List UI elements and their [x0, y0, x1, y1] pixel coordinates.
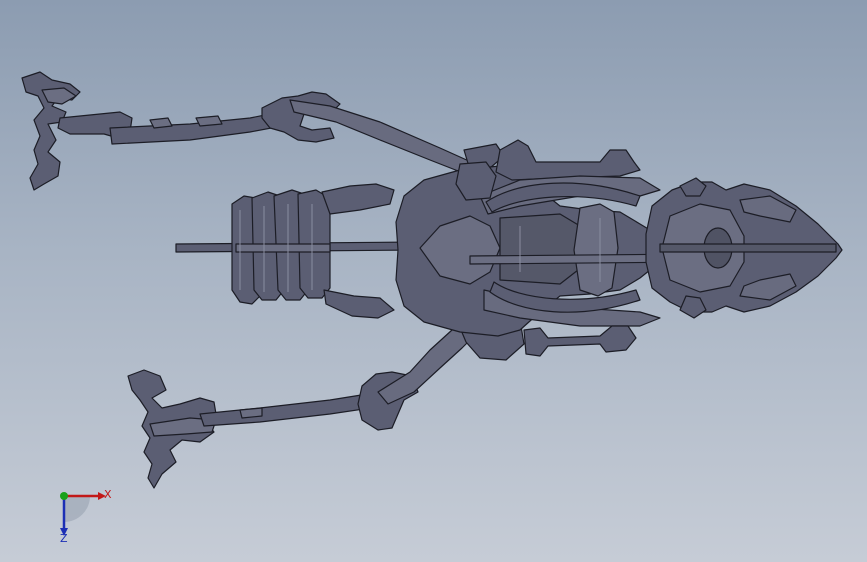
z-axis-label: Z: [60, 532, 68, 545]
lower-shin-part[interactable]: [199, 391, 385, 427]
x-axis-label: X: [104, 488, 112, 501]
upper-shin-part[interactable]: [57, 111, 283, 145]
lower-foot-part[interactable]: [127, 369, 217, 489]
frog-model-assembly[interactable]: [0, 0, 867, 562]
graphics-viewport[interactable]: X Z: [0, 0, 867, 562]
head-part[interactable]: [645, 177, 843, 319]
y-axis-dot-icon: [60, 492, 68, 500]
coordinate-triad[interactable]: X Z: [40, 478, 120, 548]
